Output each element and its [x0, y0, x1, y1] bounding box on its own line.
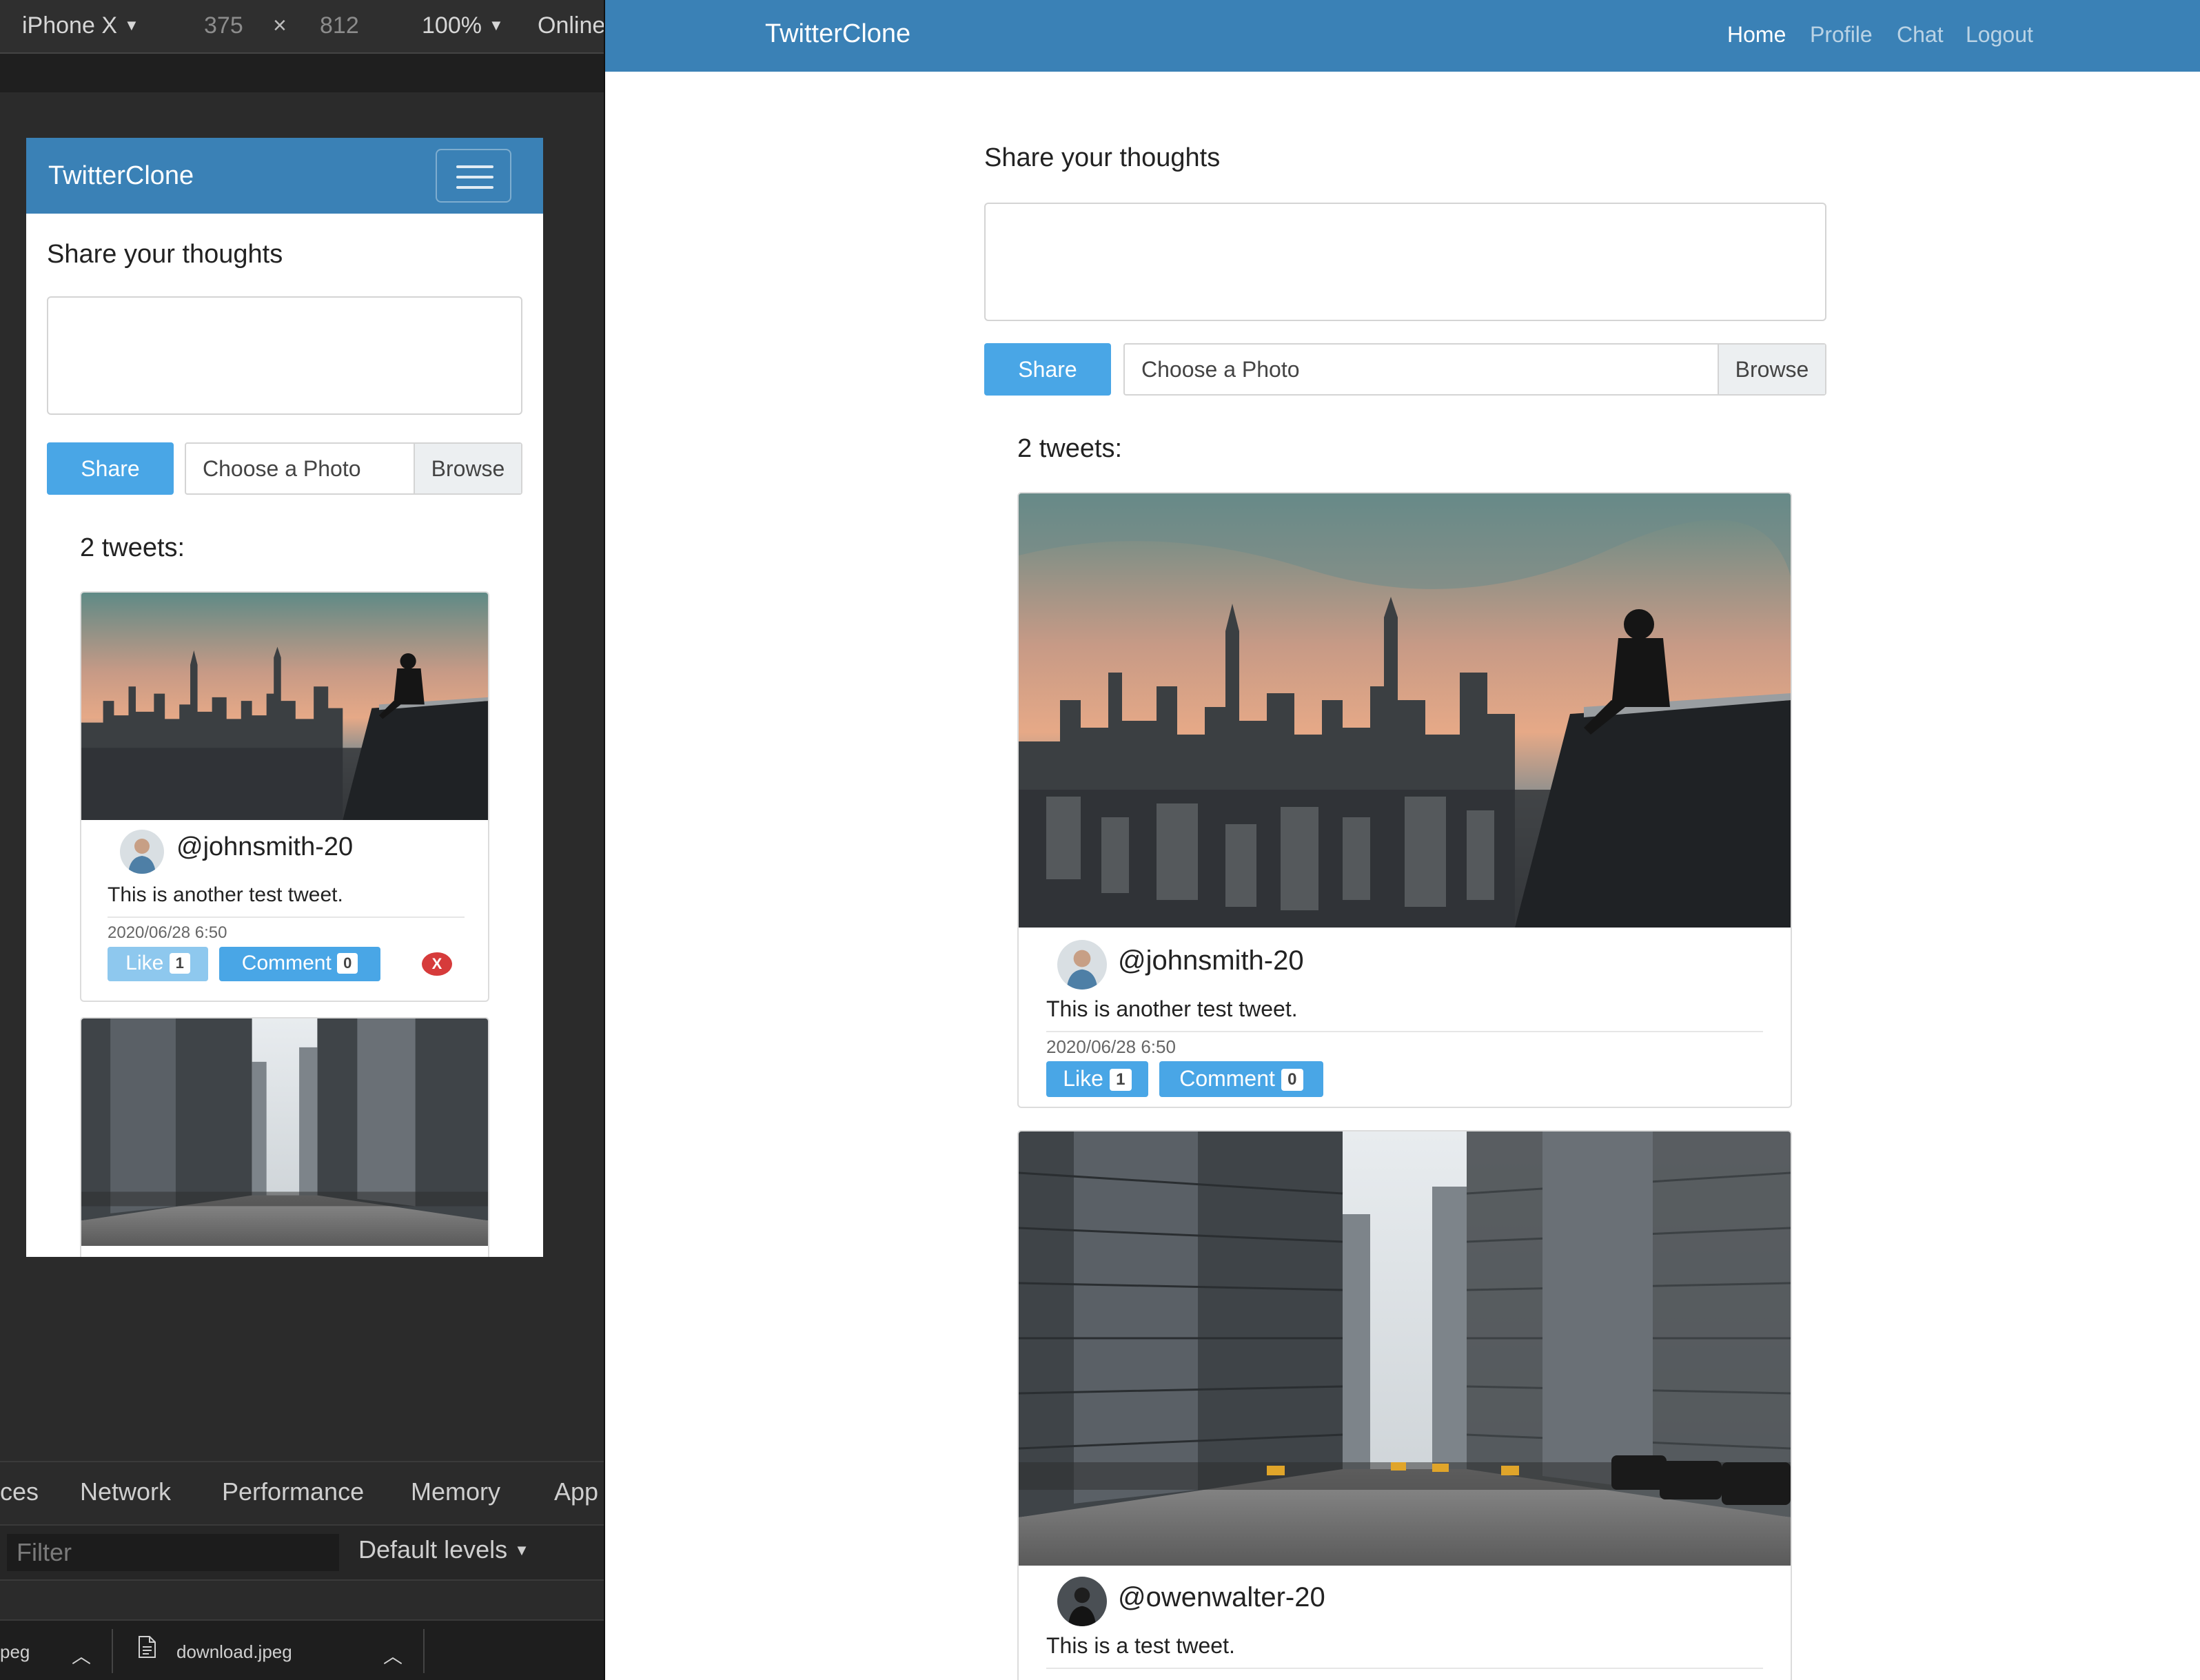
browse-button[interactable]: Browse — [1718, 345, 1825, 394]
nav-chat[interactable]: Chat — [1897, 22, 1944, 48]
mobile-share-button[interactable]: Share — [47, 442, 174, 495]
tweet-card: @johnsmith-20 This is another test tweet… — [1017, 492, 1792, 1108]
like-label: Like — [1063, 1066, 1103, 1091]
tweet-count: 2 tweets: — [1017, 434, 1123, 463]
comment-label: Comment — [241, 952, 332, 974]
device-toolbar: iPhone X ▼ 375 × 812 100% ▼ Online — [0, 0, 604, 54]
tab-network[interactable]: Network — [80, 1477, 171, 1506]
device-width[interactable]: 375 — [204, 12, 243, 39]
mobile-photo-input[interactable]: Choose a Photo Browse — [185, 442, 522, 495]
tweet-date: 2020/06/28 6:50 — [108, 923, 227, 942]
zoom-select[interactable]: 100% ▼ — [422, 12, 504, 39]
mobile-tweet-count: 2 tweets: — [80, 533, 185, 562]
levels-select[interactable]: Default levels ▼ — [358, 1535, 529, 1564]
file-placeholder: Choose a Photo — [203, 456, 361, 481]
comment-label: Comment — [1179, 1066, 1275, 1091]
tweet-photo — [1019, 1131, 1791, 1566]
tweet-card: @owenwalter-20 This is a test tweet. — [1017, 1130, 1792, 1680]
chevron-up-icon[interactable]: ︿ — [72, 1641, 91, 1669]
comment-count: 0 — [1281, 1069, 1303, 1091]
mobile-preview: TwitterClone Share your thoughts Share C… — [26, 138, 543, 1257]
device-select[interactable]: iPhone X ▼ — [22, 12, 139, 39]
tab-application[interactable]: App — [554, 1477, 598, 1506]
like-button[interactable]: Like 1 — [1046, 1061, 1148, 1097]
delete-button[interactable]: X — [422, 952, 452, 976]
mobile-share-title: Share your thoughts — [47, 240, 283, 269]
photo-input[interactable]: Choose a Photo Browse — [1123, 343, 1826, 396]
chevron-up-icon[interactable]: ︿ — [383, 1641, 403, 1669]
tweet-date: 2020/06/28 6:50 — [1046, 1036, 1176, 1057]
divider — [423, 1629, 425, 1673]
avatar[interactable] — [1057, 1577, 1107, 1626]
dropdown-arrow-icon: ▼ — [514, 1541, 529, 1559]
brand[interactable]: TwitterClone — [765, 19, 910, 49]
tweet-text: This is another test tweet. — [108, 883, 343, 906]
like-count: 1 — [169, 953, 190, 974]
navbar: TwitterClone Home Profile Chat Logout — [605, 0, 2200, 72]
comment-button[interactable]: Comment 0 — [219, 947, 380, 981]
tweet-handle[interactable]: @owenwalter-20 — [1118, 1582, 1325, 1613]
mobile-navbar: TwitterClone — [26, 138, 543, 214]
divider — [1046, 1031, 1763, 1032]
tweet-photo — [81, 593, 488, 820]
nav-home[interactable]: Home — [1727, 22, 1786, 48]
file-placeholder: Choose a Photo — [1141, 357, 1300, 382]
avatar[interactable] — [120, 830, 164, 874]
mobile-tweet-card — [80, 1017, 489, 1257]
tweet-handle[interactable]: @johnsmith-20 — [1118, 945, 1304, 976]
downloads-bar: peg ︿ download.jpeg ︿ — [0, 1619, 604, 1680]
levels-label: Default levels — [358, 1535, 508, 1564]
tweet-photo — [81, 1018, 488, 1246]
tab-performance[interactable]: Performance — [222, 1477, 364, 1506]
tweet-text: This is a test tweet. — [1046, 1633, 1235, 1658]
comment-button[interactable]: Comment 0 — [1159, 1061, 1323, 1097]
tweet-text: This is another test tweet. — [1046, 996, 1298, 1021]
like-label: Like — [125, 952, 164, 974]
divider — [1046, 1668, 1763, 1669]
comment-count: 0 — [337, 953, 358, 974]
tweet-textarea[interactable] — [984, 203, 1826, 321]
tweet-handle[interactable]: @johnsmith-20 — [176, 832, 353, 862]
network-throttle[interactable]: Online — [538, 12, 604, 39]
tab-sources[interactable]: ces — [0, 1477, 39, 1506]
divider — [112, 1629, 113, 1673]
dropdown-arrow-icon: ▼ — [488, 17, 504, 34]
share-title: Share your thoughts — [984, 143, 1221, 172]
dimension-separator: × — [273, 12, 287, 39]
devtools-tabs: ces Network Performance Memory App — [0, 1461, 604, 1524]
nav-profile[interactable]: Profile — [1810, 22, 1873, 48]
devtools-panel: iPhone X ▼ 375 × 812 100% ▼ Online Twitter… — [0, 0, 604, 1680]
divider — [108, 916, 465, 918]
filter-input[interactable] — [7, 1534, 339, 1571]
device-ruler — [0, 54, 604, 92]
mobile-tweet-textarea[interactable] — [47, 296, 522, 415]
device-height[interactable]: 812 — [320, 12, 359, 39]
hamburger-menu-icon[interactable] — [436, 149, 511, 203]
desktop-page: TwitterClone Home Profile Chat Logout Sh… — [604, 0, 2200, 1680]
download-item[interactable]: download.jpeg — [176, 1641, 292, 1663]
share-button[interactable]: Share — [984, 343, 1111, 396]
tweet-photo — [1019, 493, 1791, 928]
like-button[interactable]: Like 1 — [108, 947, 208, 981]
like-count: 1 — [1109, 1069, 1132, 1091]
browse-button[interactable]: Browse — [414, 444, 521, 493]
avatar[interactable] — [1057, 940, 1107, 990]
file-icon — [138, 1636, 156, 1663]
console-filter-bar: Default levels ▼ — [0, 1524, 604, 1581]
nav-logout[interactable]: Logout — [1966, 22, 2033, 48]
tab-memory[interactable]: Memory — [411, 1477, 500, 1506]
mobile-brand[interactable]: TwitterClone — [48, 161, 194, 191]
dropdown-arrow-icon: ▼ — [124, 17, 139, 34]
mobile-tweet-card: @johnsmith-20 This is another test tweet… — [80, 591, 489, 1002]
download-item[interactable]: peg — [0, 1641, 30, 1663]
